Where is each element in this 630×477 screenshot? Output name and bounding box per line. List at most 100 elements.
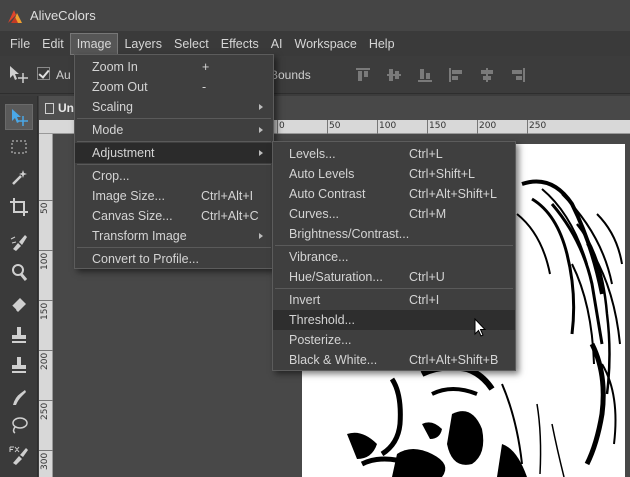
ruler-label: 0: [279, 121, 285, 131]
document-page-icon: [45, 102, 54, 114]
ruler-tick: [39, 300, 53, 301]
move-tool-icon: [8, 64, 30, 86]
move-arrow-icon: [12, 109, 28, 126]
ruler-label: 250: [529, 121, 547, 131]
clone-tool-button[interactable]: [5, 260, 33, 286]
brush-tool-button[interactable]: [5, 230, 33, 256]
align-top-icon[interactable]: [354, 66, 372, 84]
ruler-tick: [527, 120, 528, 134]
menu-item-auto-levels[interactable]: Auto Levels Ctrl+Shift+L: [273, 164, 515, 184]
menu-item-invert[interactable]: Invert Ctrl+I: [273, 290, 515, 310]
menu-item-mode[interactable]: Mode: [75, 120, 273, 140]
align-bottom-icon[interactable]: [416, 66, 434, 84]
menu-separator: [77, 141, 271, 142]
smudge-icon: [13, 390, 26, 405]
submenu-arrow-icon: [259, 150, 263, 156]
menu-separator: [77, 164, 271, 165]
menu-item-black-white[interactable]: Black & White... Ctrl+Alt+Shift+B: [273, 350, 515, 370]
ruler-label: 50: [329, 121, 341, 131]
app-title: AliveColors: [30, 8, 96, 23]
ruler-label: 200: [479, 121, 497, 131]
auto-select-checkbox[interactable]: [37, 67, 50, 80]
align-vcenter-icon[interactable]: [385, 66, 403, 84]
ruler-vertical: 50 100 150 200 250 300: [39, 134, 53, 477]
menu-item-canvas-size[interactable]: Canvas Size... Ctrl+Alt+C: [75, 206, 273, 226]
ruler-tick: [377, 120, 378, 134]
move-tool-button[interactable]: [5, 104, 33, 130]
ruler-tick: [427, 120, 428, 134]
align-hcenter-icon[interactable]: [478, 66, 496, 84]
menu-file[interactable]: File: [4, 33, 36, 55]
ruler-tick: [39, 250, 53, 251]
brush-icon: [10, 235, 27, 251]
menu-effects[interactable]: Effects: [215, 33, 265, 55]
menu-layers[interactable]: Layers: [118, 33, 168, 55]
lasso-icon: [12, 417, 28, 434]
ruler-tick: [39, 350, 53, 351]
ruler-label: 200: [40, 352, 50, 370]
menu-edit[interactable]: Edit: [36, 33, 70, 55]
submenu-arrow-icon: [259, 104, 263, 110]
menu-item-brightness-contrast[interactable]: Brightness/Contrast...: [273, 224, 515, 244]
smudge-tool-button[interactable]: [5, 384, 33, 410]
eraser-tool-button[interactable]: [5, 290, 33, 316]
clone-stamp-icon: [12, 264, 28, 281]
menu-item-crop[interactable]: Crop...: [75, 166, 273, 186]
menu-item-convert-profile[interactable]: Convert to Profile...: [75, 249, 273, 269]
menu-item-auto-contrast[interactable]: Auto Contrast Ctrl+Alt+Shift+L: [273, 184, 515, 204]
menu-item-curves[interactable]: Curves... Ctrl+M: [273, 204, 515, 224]
menu-help[interactable]: Help: [363, 33, 401, 55]
menu-item-transform-image[interactable]: Transform Image: [75, 226, 273, 246]
ruler-tick: [477, 120, 478, 134]
align-left-icon[interactable]: [447, 66, 465, 84]
ruler-label: 300: [40, 452, 50, 470]
crop-icon: [10, 198, 28, 216]
menu-item-zoom-in[interactable]: Zoom In +: [75, 57, 273, 77]
stamp-tool-button[interactable]: [5, 322, 33, 348]
ruler-label: 250: [40, 402, 50, 420]
menu-item-hue-saturation[interactable]: Hue/Saturation... Ctrl+U: [273, 267, 515, 287]
ruler-tick: [39, 400, 53, 401]
stamp-icon: [12, 327, 26, 343]
menu-item-vibrance[interactable]: Vibrance...: [273, 247, 515, 267]
toolbox: [0, 96, 38, 477]
menu-item-zoom-out[interactable]: Zoom Out -: [75, 77, 273, 97]
ruler-tick: [327, 120, 328, 134]
image-menu: Zoom In + Zoom Out - Scaling Mode Adjust…: [74, 54, 274, 269]
menu-image[interactable]: Image: [69, 32, 119, 55]
stamp2-tool-button[interactable]: [5, 352, 33, 378]
menu-separator: [275, 288, 513, 289]
magic-wand-tool-button[interactable]: [5, 164, 33, 190]
lasso-tool-button[interactable]: [5, 412, 33, 438]
rect-select-tool-button[interactable]: [5, 134, 33, 160]
ruler-tick: [39, 200, 53, 201]
marquee-icon: [11, 140, 27, 154]
title-bar: AliveColors: [0, 0, 630, 31]
crop-tool-button[interactable]: [5, 194, 33, 220]
menu-select[interactable]: Select: [168, 33, 215, 55]
align-right-icon[interactable]: [509, 66, 527, 84]
fx-brush-icon: [9, 446, 28, 465]
menu-separator: [275, 245, 513, 246]
document-tab-title: Un: [58, 101, 74, 115]
fx-brush-tool-button[interactable]: [5, 442, 33, 468]
ruler-label: 100: [379, 121, 397, 131]
menu-item-scaling[interactable]: Scaling: [75, 97, 273, 117]
ruler-label: 150: [40, 302, 50, 320]
menu-workspace[interactable]: Workspace: [289, 33, 363, 55]
mouse-cursor-icon: [474, 317, 488, 338]
submenu-arrow-icon: [259, 127, 263, 133]
menu-item-image-size[interactable]: Image Size... Ctrl+Alt+I: [75, 186, 273, 206]
app-logo-icon: [6, 7, 24, 25]
pattern-stamp-icon: [12, 357, 26, 373]
ruler-label: 150: [429, 121, 447, 131]
magic-wand-icon: [12, 170, 27, 185]
menu-ai[interactable]: AI: [265, 33, 289, 55]
ruler-label: 50: [40, 202, 50, 214]
ruler-tick: [277, 120, 278, 134]
menu-item-adjustment[interactable]: Adjustment: [75, 143, 273, 163]
ruler-tick: [39, 450, 53, 451]
menu-item-levels[interactable]: Levels... Ctrl+L: [273, 144, 515, 164]
menu-separator: [77, 118, 271, 119]
eraser-icon: [11, 298, 26, 312]
